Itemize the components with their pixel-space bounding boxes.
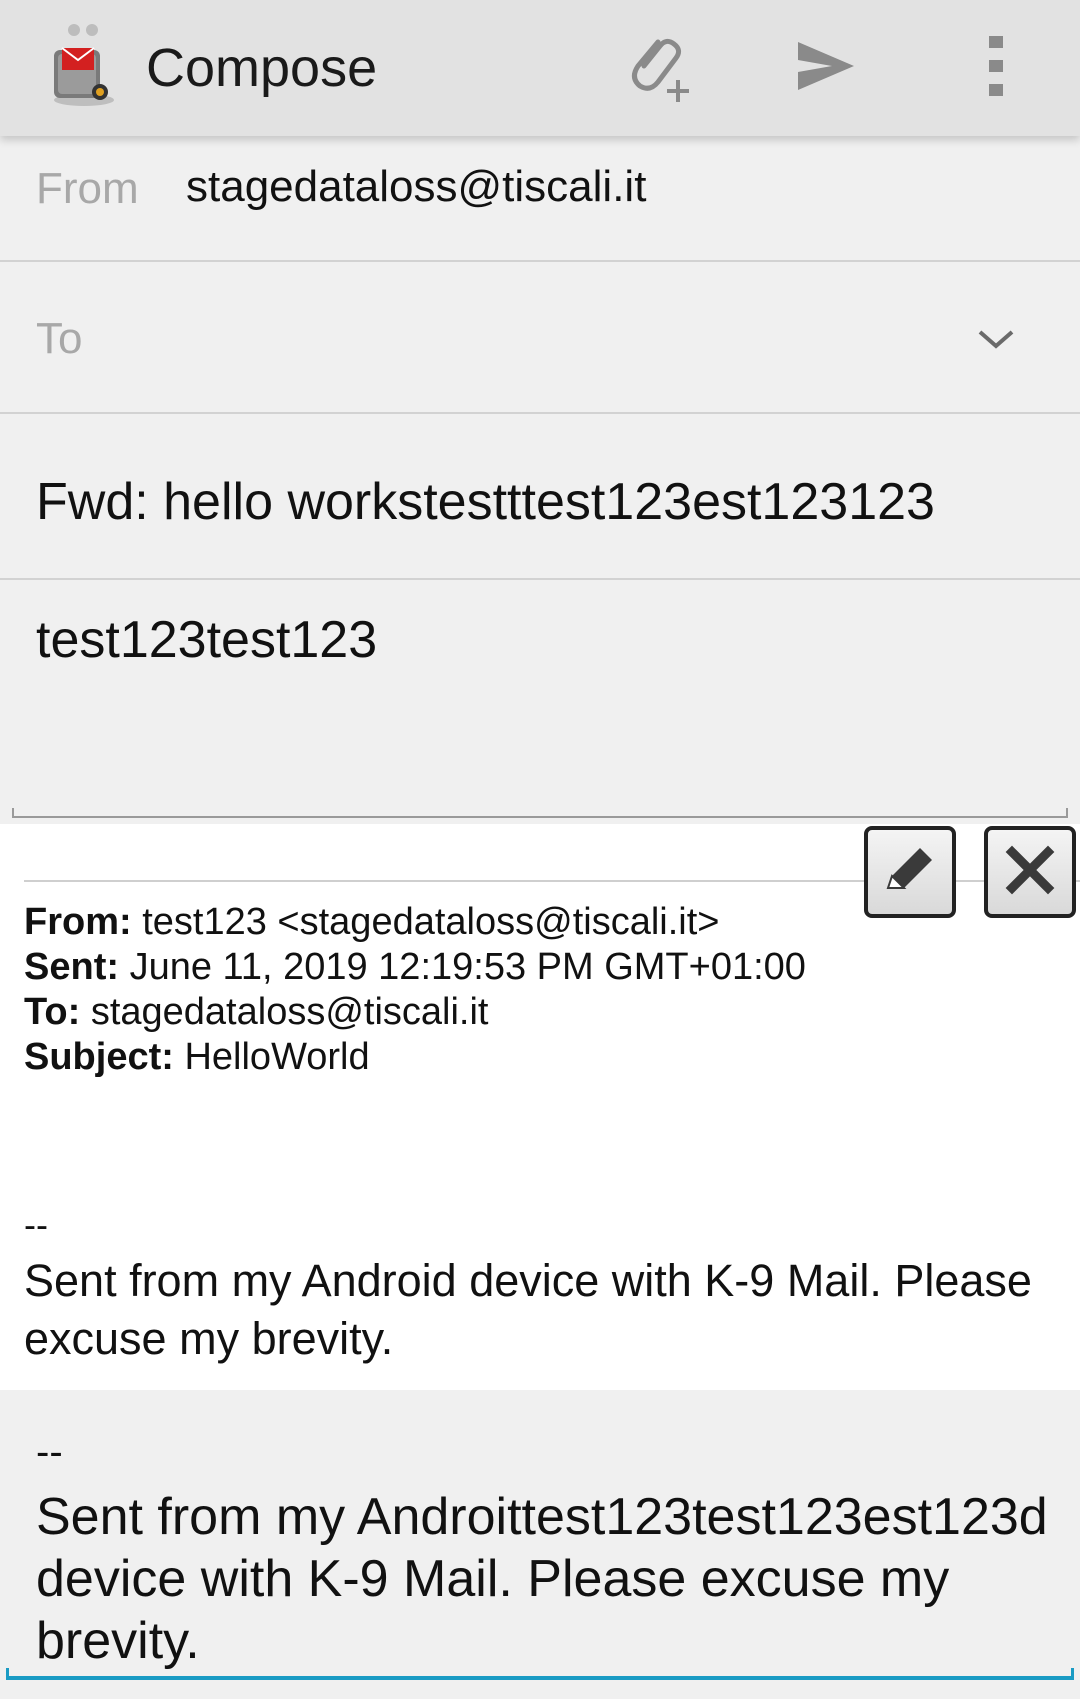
quoted-header: From: test123 <stagedataloss@tiscali.it>… bbox=[24, 900, 806, 1080]
quoted-sent-value: June 11, 2019 12:19:53 PM GMT+01:00 bbox=[129, 946, 806, 988]
quoted-signature-separator: -- bbox=[24, 1204, 48, 1245]
send-icon bbox=[794, 38, 858, 99]
send-button[interactable] bbox=[778, 20, 874, 116]
action-bar: Compose bbox=[0, 0, 1080, 136]
overflow-menu-button[interactable] bbox=[948, 20, 1044, 116]
message-body-field[interactable]: test123test123 bbox=[0, 580, 1080, 824]
attach-file-plus-icon bbox=[618, 26, 698, 111]
signature-separator: -- bbox=[36, 1430, 63, 1474]
signature-text: Sent from my Androittest123test123est123… bbox=[36, 1488, 1048, 1670]
screen-title: Compose bbox=[146, 38, 378, 98]
signature-focus-underline bbox=[6, 1668, 1074, 1680]
quoted-signature-text: Sent from my Android device with K-9 Mai… bbox=[24, 1255, 1032, 1364]
quoted-subject-value: HelloWorld bbox=[184, 1036, 370, 1078]
pencil-icon bbox=[878, 838, 942, 907]
subject-value: Fwd: hello workstestttest123est123123 bbox=[36, 473, 935, 531]
chevron-down-icon[interactable] bbox=[968, 312, 1024, 368]
edit-quoted-button[interactable] bbox=[864, 826, 956, 918]
attach-button[interactable] bbox=[610, 20, 706, 116]
compose-screen: Compose From stagedataloss@tiscali.it To… bbox=[0, 0, 1080, 1699]
close-icon bbox=[1000, 840, 1060, 905]
quoted-sent-line: Sent: June 11, 2019 12:19:53 PM GMT+01:0… bbox=[24, 945, 806, 990]
quoted-from-line: From: test123 <stagedataloss@tiscali.it> bbox=[24, 900, 806, 945]
from-row[interactable]: From stagedataloss@tiscali.it bbox=[0, 136, 1080, 262]
quoted-to-value: stagedataloss@tiscali.it bbox=[90, 991, 489, 1033]
quoted-from-value: test123 <stagedataloss@tiscali.it> bbox=[142, 901, 720, 943]
quoted-subject-label: Subject: bbox=[24, 1036, 174, 1078]
signature-field[interactable]: -- Sent from my Androittest123test123est… bbox=[0, 1390, 1080, 1699]
quoted-subject-line: Subject: HelloWorld bbox=[24, 1035, 806, 1080]
more-vert-icon bbox=[986, 34, 1006, 103]
quoted-to-label: To: bbox=[24, 991, 81, 1033]
from-label: From bbox=[36, 164, 139, 213]
body-field-underline bbox=[12, 808, 1068, 818]
from-account-value[interactable]: stagedataloss@tiscali.it bbox=[186, 162, 646, 212]
subject-field[interactable]: Fwd: hello workstestttest123est123123 bbox=[0, 414, 1080, 580]
quoted-sent-label: Sent: bbox=[24, 946, 119, 988]
quoted-message: From: test123 <stagedataloss@tiscali.it>… bbox=[0, 824, 1080, 1390]
quoted-from-label: From: bbox=[24, 901, 132, 943]
quoted-to-line: To: stagedataloss@tiscali.it bbox=[24, 990, 806, 1035]
delete-quoted-button[interactable] bbox=[984, 826, 1076, 918]
k9-mail-logo-icon[interactable] bbox=[44, 20, 124, 110]
message-body-text: test123test123 bbox=[36, 611, 378, 669]
to-field[interactable]: To bbox=[36, 314, 82, 364]
to-row: To bbox=[0, 262, 1080, 414]
